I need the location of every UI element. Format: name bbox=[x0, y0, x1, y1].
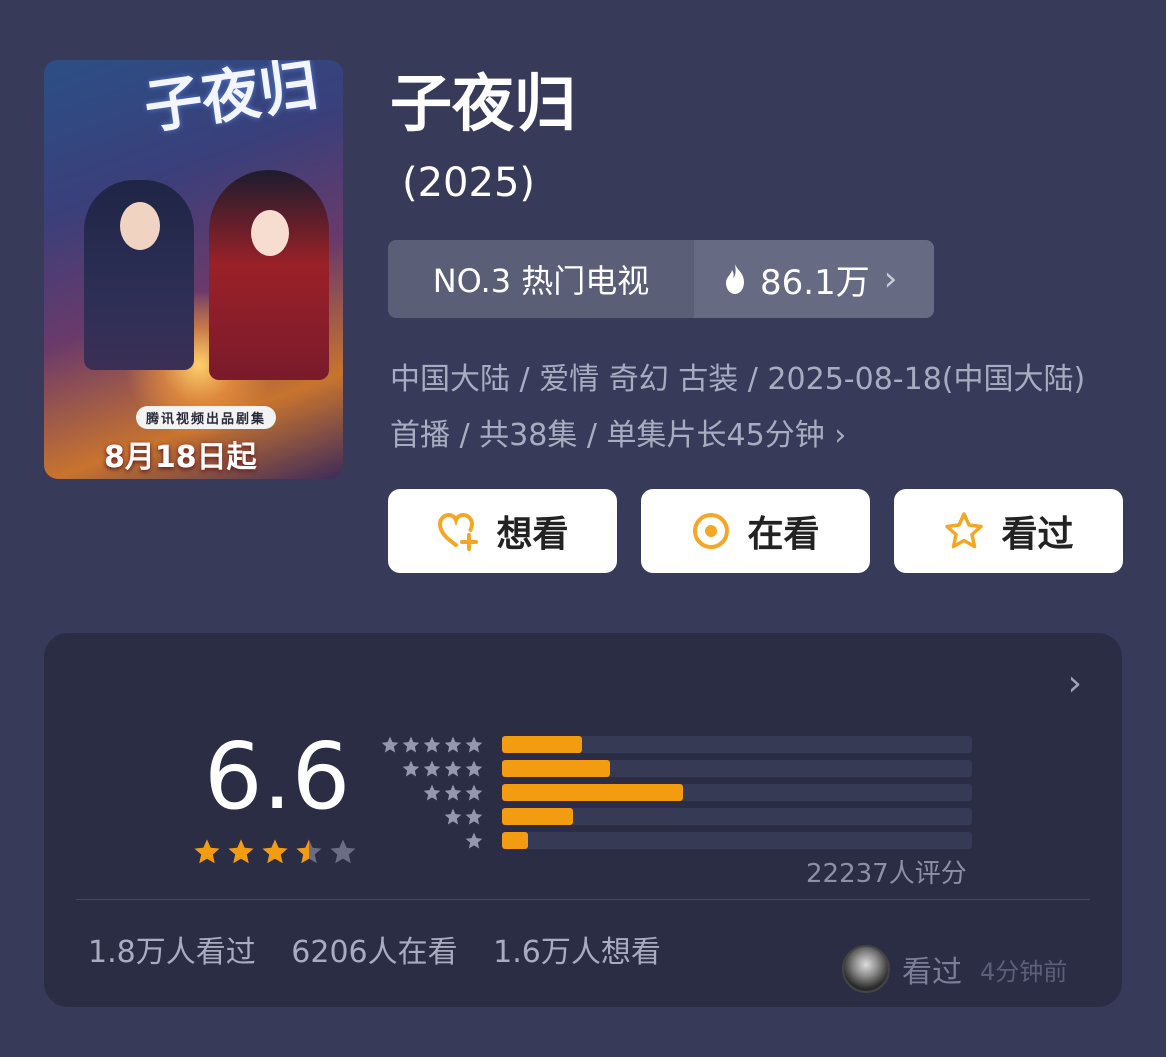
distribution-stars bbox=[380, 783, 484, 803]
meta-text: 中国大陆 / 爱情 奇幻 古装 / 2025-08-18(中国大陆) 首播 / … bbox=[390, 362, 1086, 453]
star-icon bbox=[465, 736, 483, 753]
star-icon bbox=[444, 736, 462, 753]
poster-subtitle: 腾讯视频出品剧集 bbox=[136, 406, 277, 429]
recent-activity-time: 4分钟前 bbox=[980, 957, 1068, 986]
star-icon bbox=[194, 839, 220, 864]
release-year: (2025) bbox=[402, 160, 536, 206]
rating-count: 22237人评分 bbox=[806, 859, 967, 889]
star-icon bbox=[465, 832, 483, 849]
watched-label: 看过 bbox=[1001, 514, 1074, 555]
divider bbox=[76, 899, 1090, 900]
poster-figure-male bbox=[84, 180, 194, 370]
star-icon bbox=[228, 839, 254, 864]
distribution-track bbox=[502, 760, 972, 777]
distribution-bar bbox=[502, 760, 611, 777]
watched-button[interactable]: 看过 bbox=[894, 489, 1123, 573]
heart-plus-icon bbox=[438, 512, 479, 551]
rank-bar[interactable]: NO.3 热门电视 86.1万 › bbox=[388, 240, 934, 318]
want-to-watch-label: 想看 bbox=[496, 514, 569, 555]
distribution-bar bbox=[502, 736, 582, 753]
chevron-right-icon[interactable]: › bbox=[1068, 663, 1082, 704]
chevron-right-icon: › bbox=[883, 259, 898, 299]
distribution-stars bbox=[380, 831, 484, 851]
distribution-track bbox=[502, 736, 972, 753]
star-icon bbox=[402, 760, 420, 777]
action-buttons: 想看 在看 看过 bbox=[388, 489, 1123, 573]
star-icon bbox=[423, 760, 441, 777]
distribution-bar bbox=[502, 784, 683, 801]
target-circle-icon bbox=[693, 513, 730, 549]
poster-date: 8月18日起 bbox=[104, 440, 257, 475]
star-icon bbox=[465, 760, 483, 777]
distribution-stars bbox=[380, 807, 484, 827]
watch-stats: 1.8万人看过 6206人在看 1.6万人想看 bbox=[88, 927, 687, 971]
chevron-right-icon: › bbox=[834, 418, 847, 453]
star-icon bbox=[465, 784, 483, 801]
distribution-row-5-star bbox=[380, 733, 972, 757]
star-icon bbox=[444, 808, 462, 825]
want-to-watch-button[interactable]: 想看 bbox=[388, 489, 617, 573]
heat-value: 86.1万 bbox=[760, 262, 870, 303]
watching-label: 在看 bbox=[747, 514, 820, 555]
distribution-row-3-star bbox=[380, 781, 972, 805]
watching-count: 6206人在看 bbox=[291, 935, 458, 970]
distribution-bar bbox=[502, 808, 573, 825]
watching-button[interactable]: 在看 bbox=[641, 489, 870, 573]
distribution-track bbox=[502, 808, 972, 825]
distribution-track bbox=[502, 784, 972, 801]
show-meta[interactable]: 中国大陆 / 爱情 奇幻 古装 / 2025-08-18(中国大陆) 首播 / … bbox=[390, 352, 1110, 464]
want-count: 1.6万人想看 bbox=[493, 935, 661, 970]
star-icon bbox=[444, 760, 462, 777]
distribution-stars bbox=[380, 759, 484, 779]
distribution-track bbox=[502, 832, 972, 849]
poster-image[interactable]: 子夜归 腾讯视频出品剧集 8月18日起 bbox=[44, 60, 343, 479]
distribution-stars bbox=[380, 735, 484, 755]
distribution-row-2-star bbox=[380, 805, 972, 829]
star-outline-icon bbox=[945, 512, 984, 549]
rating-score: 6.6 bbox=[204, 723, 351, 830]
star-icon bbox=[423, 736, 441, 753]
poster-figure-female bbox=[209, 170, 329, 380]
star-icon bbox=[296, 839, 322, 864]
star-icon bbox=[330, 839, 356, 864]
distribution-row-4-star bbox=[380, 757, 972, 781]
heat-index[interactable]: 86.1万 › bbox=[694, 240, 934, 318]
star-icon bbox=[444, 784, 462, 801]
star-icon bbox=[262, 839, 288, 864]
star-icon bbox=[423, 784, 441, 801]
flame-icon bbox=[726, 264, 744, 294]
distribution-row-1-star bbox=[380, 829, 972, 853]
watched-count: 1.8万人看过 bbox=[88, 935, 256, 970]
page-title: 子夜归 bbox=[390, 67, 577, 140]
poster-calligraphy-title: 子夜归 bbox=[140, 60, 322, 142]
star-icon bbox=[465, 808, 483, 825]
recent-activity[interactable]: 看过 4分钟前 bbox=[842, 945, 1067, 993]
distribution-bar bbox=[502, 832, 528, 849]
avatar[interactable] bbox=[842, 945, 890, 993]
recent-activity-label: 看过 bbox=[902, 955, 962, 990]
rating-card[interactable]: › 6.6 22237人评分 1.8万人看过 6206人在看 1.6万人想看 看… bbox=[44, 633, 1122, 1007]
star-icon bbox=[402, 736, 420, 753]
rating-stars bbox=[192, 837, 358, 867]
star-icon bbox=[381, 736, 399, 753]
rank-label[interactable]: NO.3 热门电视 bbox=[388, 240, 694, 318]
